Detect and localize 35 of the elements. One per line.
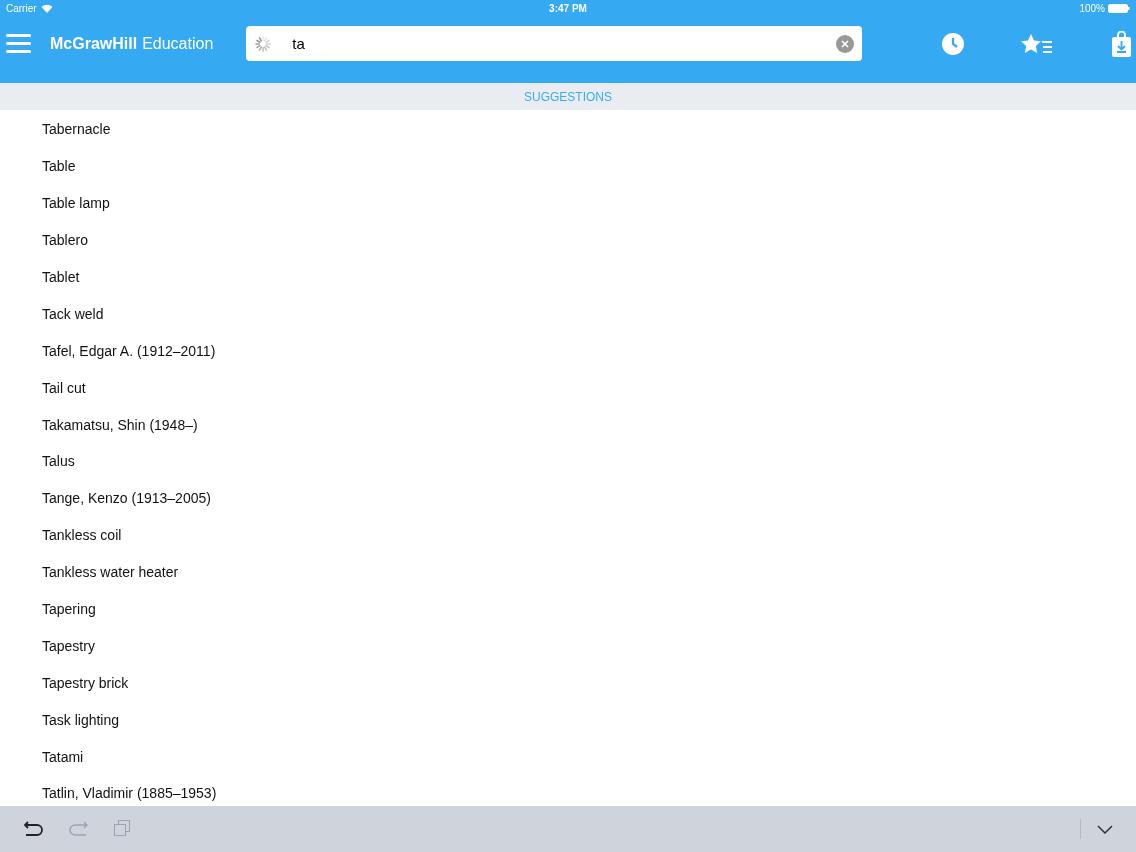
search-text: ta (292, 35, 306, 52)
wifi-icon (40, 4, 53, 13)
suggestion-item[interactable]: Tapering (42, 601, 96, 617)
suggestion-item[interactable]: Tafel, Edgar A. (1912–2011) (42, 342, 216, 359)
suggestion-item[interactable]: Tankless water heater (42, 564, 179, 581)
clock-time: 3:47 PM (549, 3, 587, 14)
suggestion-item[interactable]: Tatami (42, 748, 84, 765)
chevron-down-icon[interactable] (1097, 824, 1113, 834)
suggestion-item[interactable]: Tabernacle (42, 121, 111, 138)
history-clock-icon[interactable] (942, 33, 965, 55)
battery-icon (1108, 4, 1130, 13)
favorites-star-list-icon[interactable] (1021, 34, 1053, 54)
menu-icon[interactable] (6, 34, 31, 53)
suggestion-item[interactable]: Tail cut (42, 379, 86, 396)
suggestion-item[interactable]: Table (42, 158, 76, 175)
suggestion-item[interactable]: Tack weld (42, 305, 104, 322)
carrier-label: Carrier (6, 3, 37, 14)
search-field[interactable]: ta (246, 26, 863, 61)
suggestion-item[interactable]: Tablet (42, 269, 80, 285)
suggestion-item[interactable]: Tapestry (42, 637, 95, 654)
undo-icon[interactable] (24, 820, 44, 838)
suggestion-item[interactable]: Tange, Kenzo (1913–2005) (42, 490, 211, 507)
suggestion-item[interactable]: Tablero (42, 232, 88, 249)
suggestion-item[interactable]: Takamatsu, Shin (1948–) (42, 416, 198, 433)
section-header: SUGGESTIONS (524, 89, 612, 104)
brand-logo: McGrawHill Education (50, 35, 214, 53)
suggestion-item[interactable]: Table lamp (42, 195, 110, 212)
suggestion-item[interactable]: Tankless coil (42, 527, 122, 544)
suggestion-item[interactable]: Tapestry brick (42, 674, 129, 691)
download-bag-icon[interactable] (1112, 31, 1132, 57)
suggestion-item[interactable]: Tatlin, Vladimir (1885–1953) (42, 785, 217, 802)
clear-icon[interactable] (836, 34, 855, 53)
suggestion-item[interactable]: Task lighting (42, 711, 120, 728)
battery-percent: 100% (1079, 3, 1105, 14)
suggestion-item[interactable]: Talus (42, 453, 75, 470)
